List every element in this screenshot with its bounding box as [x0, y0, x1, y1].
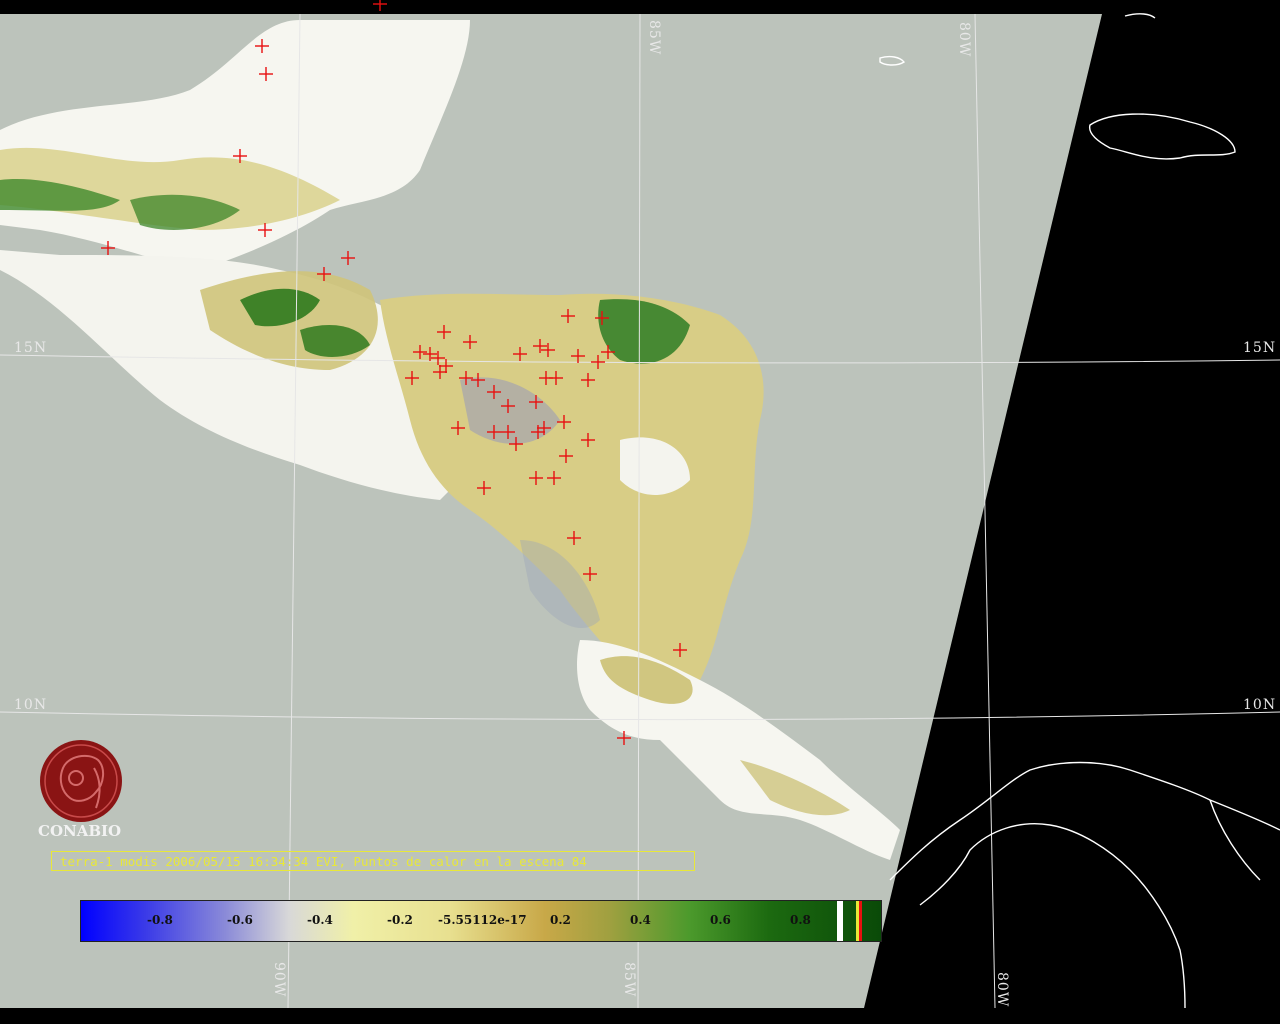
lon-label-80w-bottom: 80W — [994, 972, 1010, 1008]
lat-label-10n-right: 10N — [1243, 697, 1277, 713]
evi-colorbar: -0.8 -0.6 -0.4 -0.2 -5.55112e-17 0.2 0.4… — [80, 900, 882, 942]
lat-label-15n: 15N — [14, 340, 48, 356]
logo-text: CONABIO — [38, 822, 122, 840]
colorbar-tick: 0.2 — [550, 913, 571, 927]
colorbar-tick: 0.8 — [790, 913, 811, 927]
scene-caption: terra-1 modis 2006/05/15 16:34:34 EVI, P… — [51, 851, 695, 871]
colorbar-tick: -0.2 — [387, 913, 413, 927]
colorbar-tick: 0.6 — [710, 913, 731, 927]
colorbar-tick: -0.8 — [147, 913, 173, 927]
lon-label-90w-bottom: 90W — [271, 962, 287, 998]
lat-label-15n-right: 15N — [1243, 340, 1277, 356]
colorbar-marker-white — [837, 901, 843, 941]
satellite-map: 15N 15N 10N 10N 85W 80W 90W 85W 80W CONA… — [0, 0, 1280, 1024]
colorbar-tick: -5.55112e-17 — [438, 913, 527, 927]
lon-label-80w-top: 80W — [956, 22, 972, 58]
lon-label-85w-bottom: 85W — [621, 962, 637, 998]
colorbar-tick: -0.4 — [307, 913, 333, 927]
colorbar-tick: -0.6 — [227, 913, 253, 927]
conabio-logo-icon — [40, 740, 122, 822]
colorbar-marker-red — [859, 901, 862, 941]
colorbar-tick: 0.4 — [630, 913, 651, 927]
lon-label-85w-top: 85W — [646, 20, 662, 56]
hotspot-cross — [373, 0, 387, 11]
lat-label-10n: 10N — [14, 697, 48, 713]
